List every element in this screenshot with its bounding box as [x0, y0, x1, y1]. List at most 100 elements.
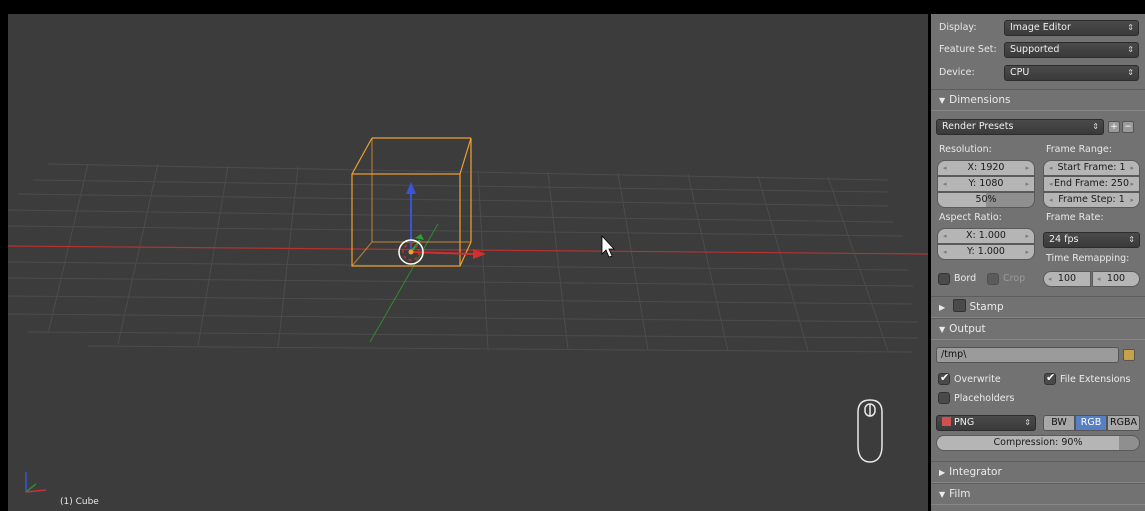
axes-gizmo-icon — [25, 472, 47, 493]
dimensions-title: Dimensions — [949, 94, 1011, 106]
checkmark-icon: ✔ — [1046, 371, 1056, 384]
arrow-left-icon: ◂ — [1048, 275, 1052, 283]
compression-slider[interactable]: Compression: 90% — [936, 435, 1140, 451]
chevron-updown-icon: ⇕ — [1127, 45, 1134, 54]
mouse-cursor-icon — [601, 234, 615, 258]
time-remapping-label: Time Remapping: — [1046, 253, 1130, 264]
folder-icon[interactable] — [1123, 349, 1135, 361]
render-properties-panel: Display: Image Editor ⇕ Feature Set: Sup… — [931, 14, 1145, 511]
active-object-label: (1) Cube — [60, 497, 99, 507]
arrow-right-icon: ▸ — [1025, 232, 1029, 240]
start-frame-field[interactable]: ◂ Start Frame: 1 ▸ — [1043, 160, 1140, 176]
time-remap-new-value: 100 — [1106, 273, 1126, 284]
time-remap-old-field[interactable]: ◂ 100 — [1043, 271, 1091, 287]
resolution-label: Resolution: — [939, 144, 992, 155]
arrow-left-icon: ◂ — [1049, 180, 1053, 188]
image-file-icon — [942, 417, 951, 426]
aspect-ratio-label: Aspect Ratio: — [939, 212, 1002, 223]
3d-viewport[interactable]: (1) Cube — [8, 14, 928, 511]
border-checkbox[interactable] — [938, 273, 950, 285]
color-rgba-button[interactable]: RGBA — [1107, 415, 1140, 431]
time-remap-new-field[interactable]: ◂ 100 — [1092, 271, 1140, 287]
arrow-right-icon: ▸ — [1025, 164, 1029, 172]
device-label: Device: — [939, 67, 975, 78]
file-extensions-checkbox[interactable]: ✔ — [1044, 371, 1056, 385]
display-select[interactable]: Image Editor ⇕ — [1004, 20, 1139, 36]
aspect-y-field[interactable]: ◂ Y: 1.000 ▸ — [937, 244, 1035, 260]
stamp-title: Stamp — [969, 301, 1004, 313]
render-presets-value: Render Presets — [942, 121, 1014, 132]
file-format-select[interactable]: PNG ⇕ — [936, 415, 1036, 431]
mouse-hint-icon — [857, 399, 883, 463]
arrow-right-icon: ▸ — [1130, 180, 1134, 188]
aspect-y-value: Y: 1.000 — [967, 246, 1005, 257]
color-bw-button[interactable]: BW — [1043, 415, 1075, 431]
triangle-down-icon: ▼ — [939, 490, 946, 499]
film-section-header[interactable]: ▼ Film — [931, 483, 1145, 505]
feature-set-value: Supported — [1010, 44, 1060, 55]
stamp-checkbox[interactable] — [952, 299, 966, 312]
aspect-x-field[interactable]: ◂ X: 1.000 ▸ — [937, 228, 1035, 244]
integrator-section-header[interactable]: ▶ Integrator — [931, 461, 1145, 483]
output-path-input[interactable]: /tmp\ — [936, 347, 1119, 363]
placeholders-label: Placeholders — [954, 393, 1015, 404]
viewport-scene — [8, 137, 928, 493]
end-frame-field[interactable]: ◂ End Frame: 250 ▸ — [1043, 176, 1140, 192]
arrow-right-icon: ▸ — [1025, 180, 1029, 188]
arrow-left-icon: ◂ — [943, 248, 947, 256]
frame-rate-value: 24 fps — [1049, 234, 1079, 245]
transform-manipulator[interactable] — [398, 182, 486, 265]
crop-checkbox[interactable] — [987, 273, 999, 285]
floor-grid — [8, 163, 919, 353]
frame-step-field[interactable]: ◂ Frame Step: 1 ▸ — [1043, 192, 1140, 208]
output-section-header[interactable]: ▼ Output — [931, 318, 1145, 340]
overwrite-checkbox[interactable]: ✔ — [938, 371, 950, 385]
arrow-right-icon: ▸ — [1130, 196, 1134, 204]
compression-value: Compression: 90% — [993, 437, 1083, 448]
chevron-updown-icon: ⇕ — [1128, 235, 1135, 244]
output-path-value: /tmp\ — [941, 349, 967, 360]
frame-range-label: Frame Range: — [1046, 144, 1112, 155]
add-preset-icon[interactable]: + — [1108, 121, 1120, 133]
resolution-y-value: Y: 1080 — [968, 178, 1004, 189]
color-rgb-button[interactable]: RGB — [1075, 415, 1107, 431]
frame-step-value: Frame Step: 1 — [1058, 194, 1125, 205]
remove-preset-icon[interactable]: − — [1122, 121, 1134, 133]
resolution-x-value: X: 1920 — [967, 162, 1005, 173]
blender-window: (1) Cube Display: Image Editor ⇕ Feature… — [0, 0, 1145, 511]
dimensions-section-header[interactable]: ▼ Dimensions — [931, 89, 1145, 111]
arrow-left-icon: ◂ — [943, 232, 947, 240]
triangle-down-icon: ▼ — [939, 325, 946, 334]
chevron-updown-icon: ⇕ — [1127, 23, 1134, 32]
arrow-left-icon: ◂ — [943, 164, 947, 172]
device-value: CPU — [1010, 67, 1030, 78]
arrow-left-icon: ◂ — [1097, 275, 1101, 283]
resolution-y-field[interactable]: ◂ Y: 1080 ▸ — [937, 176, 1035, 192]
overwrite-label: Overwrite — [954, 374, 1001, 385]
file-format-value: PNG — [954, 417, 975, 428]
placeholders-checkbox[interactable] — [938, 392, 950, 404]
device-select[interactable]: CPU ⇕ — [1004, 65, 1139, 81]
frame-rate-label: Frame Rate: — [1046, 212, 1104, 223]
resolution-x-field[interactable]: ◂ X: 1920 ▸ — [937, 160, 1035, 176]
resolution-percent-slider[interactable]: 50% — [937, 192, 1035, 208]
frame-rate-select[interactable]: 24 fps ⇕ — [1043, 232, 1140, 248]
stamp-section-header[interactable]: ▶ Stamp — [931, 296, 1145, 318]
feature-set-select[interactable]: Supported ⇕ — [1004, 42, 1139, 58]
arrow-right-icon: ▸ — [1130, 164, 1134, 172]
chevron-updown-icon: ⇕ — [1024, 418, 1031, 427]
file-extensions-label: File Extensions — [1060, 374, 1131, 385]
render-presets-select[interactable]: Render Presets ⇕ — [936, 119, 1104, 135]
end-frame-value: End Frame: 250 — [1053, 178, 1130, 189]
feature-set-label: Feature Set: — [939, 44, 997, 55]
film-title: Film — [949, 488, 971, 500]
triangle-right-icon: ▶ — [939, 468, 946, 477]
display-value: Image Editor — [1010, 22, 1071, 33]
output-title: Output — [949, 323, 986, 335]
checkmark-icon: ✔ — [940, 371, 950, 384]
triangle-right-icon: ▶ — [939, 303, 946, 312]
chevron-updown-icon: ⇕ — [1127, 68, 1134, 77]
arrow-left-icon: ◂ — [1049, 196, 1053, 204]
chevron-updown-icon: ⇕ — [1092, 122, 1099, 131]
arrow-right-icon: ▸ — [1025, 248, 1029, 256]
